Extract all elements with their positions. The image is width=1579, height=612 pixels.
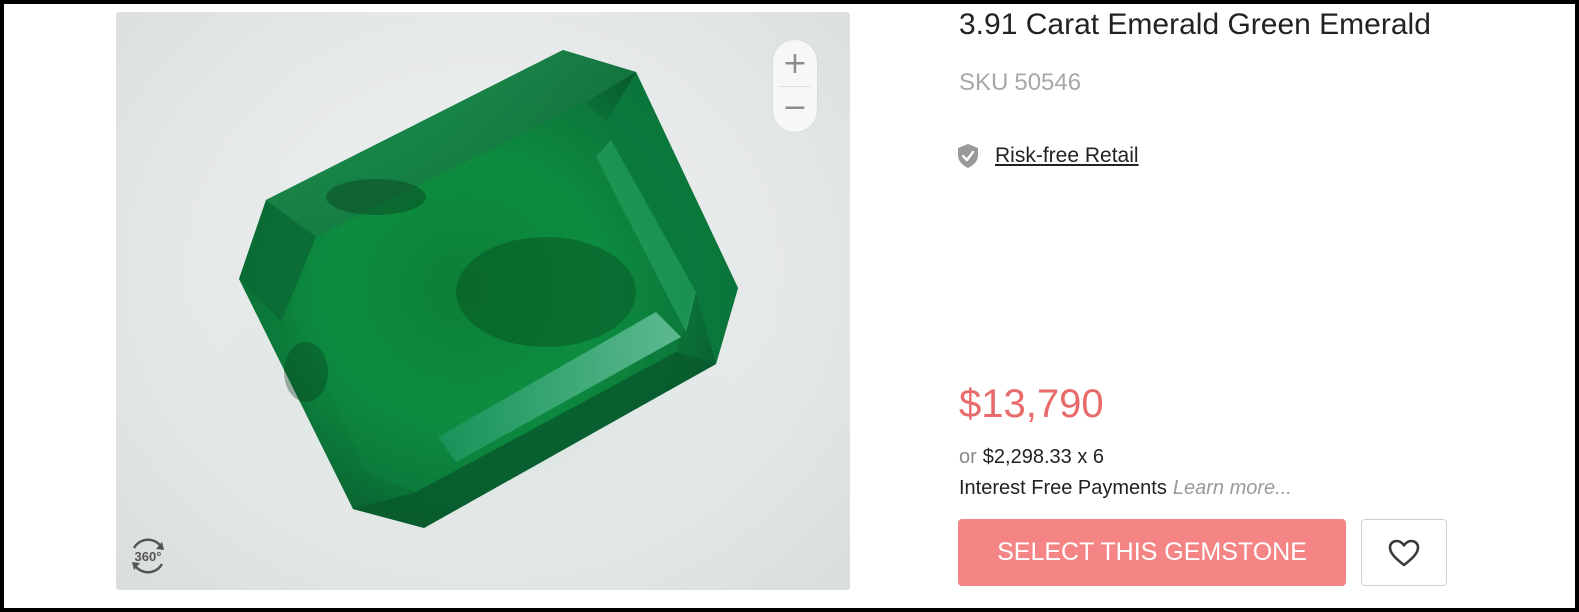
product-sku: SKU 50546 bbox=[959, 69, 1081, 97]
interest-free-text: Interest Free Payments bbox=[959, 477, 1167, 499]
risk-free-retail-link[interactable]: Risk-free Retail bbox=[995, 144, 1139, 168]
product-title: 3.91 Carat Emerald Green Emerald bbox=[959, 8, 1431, 41]
heart-outline-icon bbox=[1388, 539, 1420, 566]
zoom-out-button[interactable]: − bbox=[773, 86, 817, 130]
installment-info: or $2,298.33 x 6 bbox=[959, 446, 1104, 469]
sku-label: SKU bbox=[959, 69, 1009, 96]
shield-check-icon bbox=[958, 144, 978, 168]
emerald-gem-image bbox=[146, 50, 806, 590]
product-image-viewer[interactable]: + − 360° bbox=[116, 12, 850, 590]
interest-free-info: Interest Free Payments Learn more... bbox=[959, 477, 1292, 500]
page-frame: + − 360° 3.91 Carat Emerald Green Emeral… bbox=[0, 0, 1579, 612]
wishlist-button[interactable] bbox=[1361, 519, 1447, 586]
zoom-in-button[interactable]: + bbox=[773, 42, 817, 86]
rotate-360-icon[interactable]: 360° bbox=[126, 534, 170, 578]
zoom-controls: + − bbox=[773, 40, 817, 132]
product-price: $13,790 bbox=[959, 382, 1104, 426]
installment-prefix: or bbox=[959, 446, 977, 468]
installment-amount: $2,298.33 x 6 bbox=[982, 446, 1105, 468]
learn-more-link[interactable]: Learn more... bbox=[1173, 477, 1292, 499]
select-gemstone-button[interactable]: SELECT THIS GEMSTONE bbox=[958, 519, 1346, 586]
risk-free-badge: Risk-free Retail bbox=[957, 143, 1139, 169]
rotate-360-label: 360° bbox=[135, 549, 162, 564]
sku-value: 50546 bbox=[1014, 69, 1082, 96]
